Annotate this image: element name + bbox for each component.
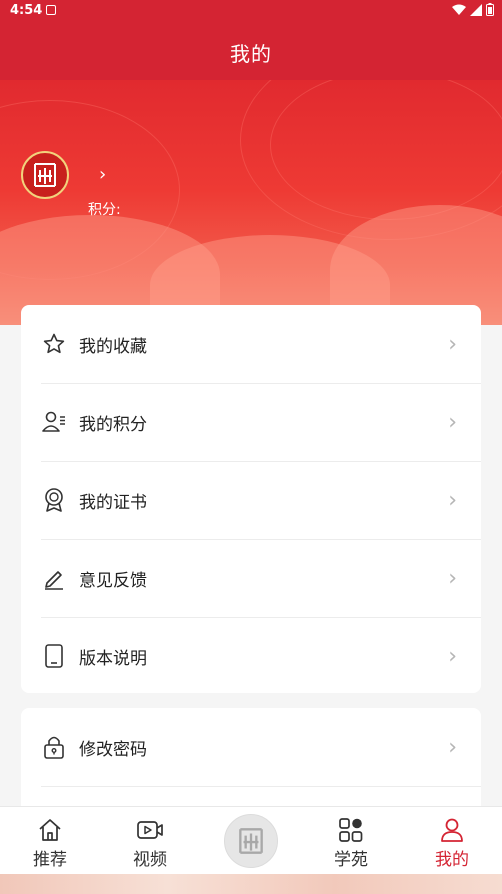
divider xyxy=(41,786,481,787)
chevron-right-icon: › xyxy=(448,409,457,435)
tab-label: 学苑 xyxy=(334,850,368,870)
menu-item-label: 版本说明 xyxy=(79,648,147,669)
menu-item-label: 修改密码 xyxy=(79,739,147,760)
chevron-right-icon: › xyxy=(448,734,457,760)
menu-item-change-password[interactable]: 修改密码 › xyxy=(21,708,481,786)
tab-academy[interactable]: 学苑 xyxy=(301,807,401,875)
tab-label: 视频 xyxy=(133,850,167,870)
chevron-right-icon: › xyxy=(448,643,457,669)
status-icons xyxy=(452,3,494,16)
user-icon xyxy=(439,817,465,843)
bottom-decoration xyxy=(0,874,502,894)
tab-label: 我的 xyxy=(435,850,469,870)
points-label: 积分: xyxy=(88,202,121,218)
tab-label: 推荐 xyxy=(33,850,67,870)
phone-icon xyxy=(41,643,67,669)
user-points-icon xyxy=(41,409,67,435)
home-icon xyxy=(37,817,63,843)
lock-icon xyxy=(41,734,67,760)
profile-banner xyxy=(0,80,502,325)
grid-icon xyxy=(338,817,364,843)
avatar[interactable] xyxy=(21,151,69,199)
certificate-icon xyxy=(41,487,67,513)
menu-item-label: 我的证书 xyxy=(79,492,147,513)
battery-icon xyxy=(486,3,494,16)
notification-icon xyxy=(46,5,56,15)
menu-item-feedback[interactable]: 意见反馈 › xyxy=(21,539,481,617)
status-bar: 4:54 xyxy=(0,0,502,22)
menu-item-label: 我的积分 xyxy=(79,414,147,435)
signal-icon xyxy=(470,3,482,16)
chevron-right-icon: › xyxy=(448,565,457,591)
pen-icon xyxy=(41,565,67,591)
center-logo-button[interactable] xyxy=(224,814,278,868)
chevron-right-icon: › xyxy=(448,331,457,357)
chevron-right-icon: › xyxy=(448,487,457,513)
menu-item-label: 我的收藏 xyxy=(79,336,147,357)
video-icon xyxy=(136,817,164,843)
tab-video[interactable]: 视频 xyxy=(100,807,200,875)
menu-item-points[interactable]: 我的积分 › xyxy=(21,383,481,461)
profile-arrow[interactable]: › xyxy=(99,164,106,185)
wifi-icon xyxy=(452,4,466,15)
logo-icon xyxy=(34,163,56,187)
menu-card: 我的收藏 › 我的积分 › 我的证书 › 意见反馈 › 版本说明 › xyxy=(21,305,481,693)
title-bar: 我的 xyxy=(0,22,502,80)
page-title: 我的 xyxy=(230,42,272,66)
menu-item-label: 意见反馈 xyxy=(79,570,147,591)
menu-card-account: 修改密码 › xyxy=(21,708,481,818)
menu-item-version[interactable]: 版本说明 › xyxy=(21,617,481,695)
tab-recommend[interactable]: 推荐 xyxy=(0,807,100,875)
star-icon xyxy=(41,331,67,357)
menu-item-certificate[interactable]: 我的证书 › xyxy=(21,461,481,539)
logo-icon xyxy=(239,828,263,854)
menu-item-favorites[interactable]: 我的收藏 › xyxy=(21,305,481,383)
tab-mine[interactable]: 我的 xyxy=(402,807,502,875)
status-time: 4:54 xyxy=(10,3,43,18)
